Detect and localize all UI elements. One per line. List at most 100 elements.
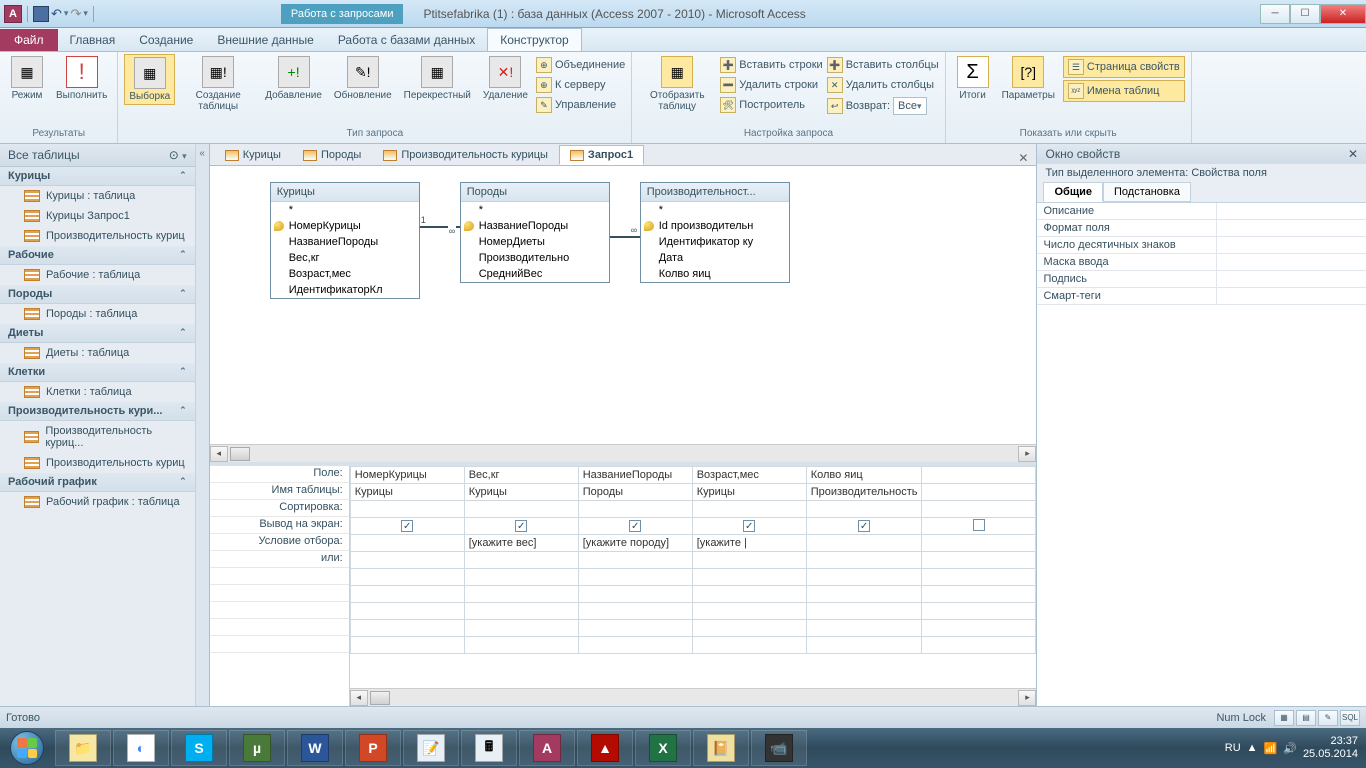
grid-cell[interactable]: [464, 501, 578, 518]
grid-cell[interactable]: [350, 535, 464, 552]
grid-cell[interactable]: [692, 501, 806, 518]
table-box[interactable]: Производительност... * Id производительн…: [640, 182, 790, 283]
grid-cell[interactable]: [806, 552, 922, 569]
grid-cell[interactable]: Курицы: [692, 484, 806, 501]
grid-cell[interactable]: [464, 603, 578, 620]
grid-cell[interactable]: [692, 603, 806, 620]
params-button[interactable]: [?]Параметры: [998, 54, 1059, 103]
propsheet-button[interactable]: ☰Страница свойств: [1063, 56, 1185, 78]
scroll-left-button[interactable]: ◂: [210, 446, 228, 462]
grid-cell[interactable]: [578, 586, 692, 603]
join-line[interactable]: [610, 236, 640, 238]
tray-volume-icon[interactable]: 🔊: [1283, 742, 1297, 755]
tray-flag-icon[interactable]: ▲: [1247, 742, 1258, 754]
taskbar-item[interactable]: W: [287, 730, 343, 766]
grid-cell[interactable]: [350, 569, 464, 586]
prop-value[interactable]: [1216, 254, 1366, 270]
taskbar-item[interactable]: ▲: [577, 730, 633, 766]
grid-cell[interactable]: [578, 501, 692, 518]
prop-value[interactable]: [1216, 271, 1366, 287]
taskbar-item[interactable]: 📝: [403, 730, 459, 766]
lang-indicator[interactable]: RU: [1225, 742, 1241, 754]
grid-cell[interactable]: НазваниеПороды: [578, 467, 692, 484]
nav-group-header[interactable]: Рабочие⌃: [0, 246, 195, 265]
clock[interactable]: 23:3725.05.2014: [1303, 735, 1358, 761]
grid-cell[interactable]: [806, 569, 922, 586]
tab-home[interactable]: Главная: [58, 29, 128, 51]
grid-cell[interactable]: Вес,кг: [464, 467, 578, 484]
grid-cell[interactable]: [350, 637, 464, 654]
grid-cell[interactable]: ✓: [806, 518, 922, 535]
datadef-button[interactable]: ✎Управление: [536, 96, 625, 114]
grid-cell[interactable]: [350, 501, 464, 518]
system-tray[interactable]: RU ▲ 📶 🔊 23:3725.05.2014: [1225, 735, 1366, 761]
nav-group-header[interactable]: Породы⌃: [0, 285, 195, 304]
select-query-button[interactable]: ▦Выборка: [124, 54, 175, 105]
grid-cell[interactable]: [укажите |: [692, 535, 806, 552]
view-sql-button[interactable]: ▤: [1296, 710, 1316, 726]
maketable-button[interactable]: ▦!Создание таблицы: [179, 54, 257, 114]
table-box[interactable]: Породы * НазваниеПороды НомерДиеты Произ…: [460, 182, 610, 283]
nav-item[interactable]: Производительность куриц...: [0, 421, 195, 453]
delete-rows-button[interactable]: ➖Удалить строки: [720, 76, 822, 94]
prop-tab-general[interactable]: Общие: [1043, 182, 1103, 202]
grid-cell[interactable]: [922, 603, 1036, 620]
update-button[interactable]: ✎!Обновление: [330, 54, 396, 103]
tablenames-button[interactable]: ᵡʸᶻИмена таблиц: [1063, 80, 1185, 102]
grid-cell[interactable]: [922, 484, 1036, 501]
prop-value[interactable]: [1216, 237, 1366, 253]
save-icon[interactable]: [33, 6, 49, 22]
grid-cell[interactable]: Курицы: [464, 484, 578, 501]
grid-cell[interactable]: [922, 620, 1036, 637]
grid-table[interactable]: НомерКурицыВес,кгНазваниеПородыВозраст,м…: [350, 466, 1037, 654]
tab-create[interactable]: Создание: [127, 29, 205, 51]
grid-cell[interactable]: [692, 586, 806, 603]
start-button[interactable]: [0, 728, 54, 768]
tab-file[interactable]: Файл: [0, 29, 58, 51]
scroll-right-button[interactable]: ▸: [1018, 690, 1036, 706]
grid-cell[interactable]: Возраст,мес: [692, 467, 806, 484]
nav-group-header[interactable]: Курицы⌃: [0, 167, 195, 186]
grid-cell[interactable]: [464, 552, 578, 569]
prop-value[interactable]: [1216, 288, 1366, 304]
grid-cell[interactable]: [578, 637, 692, 654]
nav-item[interactable]: Рабочий график : таблица: [0, 492, 195, 512]
nav-item[interactable]: Клетки : таблица: [0, 382, 195, 402]
grid-cell[interactable]: ✓: [692, 518, 806, 535]
grid-cell[interactable]: [578, 552, 692, 569]
show-checkbox[interactable]: ✓: [401, 520, 413, 532]
delete-cols-button[interactable]: ✕Удалить столбцы: [827, 76, 939, 94]
grid-cell[interactable]: ✓: [464, 518, 578, 535]
show-checkbox[interactable]: ✓: [515, 520, 527, 532]
grid-cell[interactable]: [350, 603, 464, 620]
table-box[interactable]: Курицы * НомерКурицы НазваниеПороды Вес,…: [270, 182, 420, 299]
grid-cell[interactable]: [350, 586, 464, 603]
grid-cell[interactable]: [806, 637, 922, 654]
grid-cell[interactable]: [922, 518, 1036, 535]
query-design-diagram[interactable]: Курицы * НомерКурицы НазваниеПороды Вес,…: [210, 166, 1037, 466]
scroll-left-button[interactable]: ◂: [350, 690, 368, 706]
insert-rows-button[interactable]: ➕Вставить строки: [720, 56, 822, 74]
tray-network-icon[interactable]: 📶: [1264, 742, 1278, 755]
grid-cell[interactable]: [806, 535, 922, 552]
showtable-button[interactable]: ▦Отобразить таблицу: [638, 54, 716, 114]
view-sql2-button[interactable]: SQL: [1340, 710, 1360, 726]
taskbar-item[interactable]: 📁: [55, 730, 111, 766]
grid-cell[interactable]: [464, 637, 578, 654]
taskbar-item[interactable]: X: [635, 730, 691, 766]
grid-cell[interactable]: [806, 586, 922, 603]
return-dropdown[interactable]: ↩Возврат: Все ▾: [827, 96, 939, 116]
grid-cell[interactable]: [578, 569, 692, 586]
doc-tab[interactable]: Производительность курицы: [372, 145, 559, 165]
grid-cell[interactable]: [922, 501, 1036, 518]
grid-cell[interactable]: [464, 620, 578, 637]
prop-tab-lookup[interactable]: Подстановка: [1103, 182, 1191, 202]
grid-cell[interactable]: [806, 501, 922, 518]
view-datasheet-button[interactable]: ▦: [1274, 710, 1294, 726]
maximize-button[interactable]: ☐: [1290, 4, 1320, 24]
grid-cell[interactable]: [922, 637, 1036, 654]
scroll-thumb[interactable]: [230, 447, 250, 461]
prop-value[interactable]: [1216, 203, 1366, 219]
scroll-right-button[interactable]: ▸: [1018, 446, 1036, 462]
grid-cell[interactable]: [692, 637, 806, 654]
